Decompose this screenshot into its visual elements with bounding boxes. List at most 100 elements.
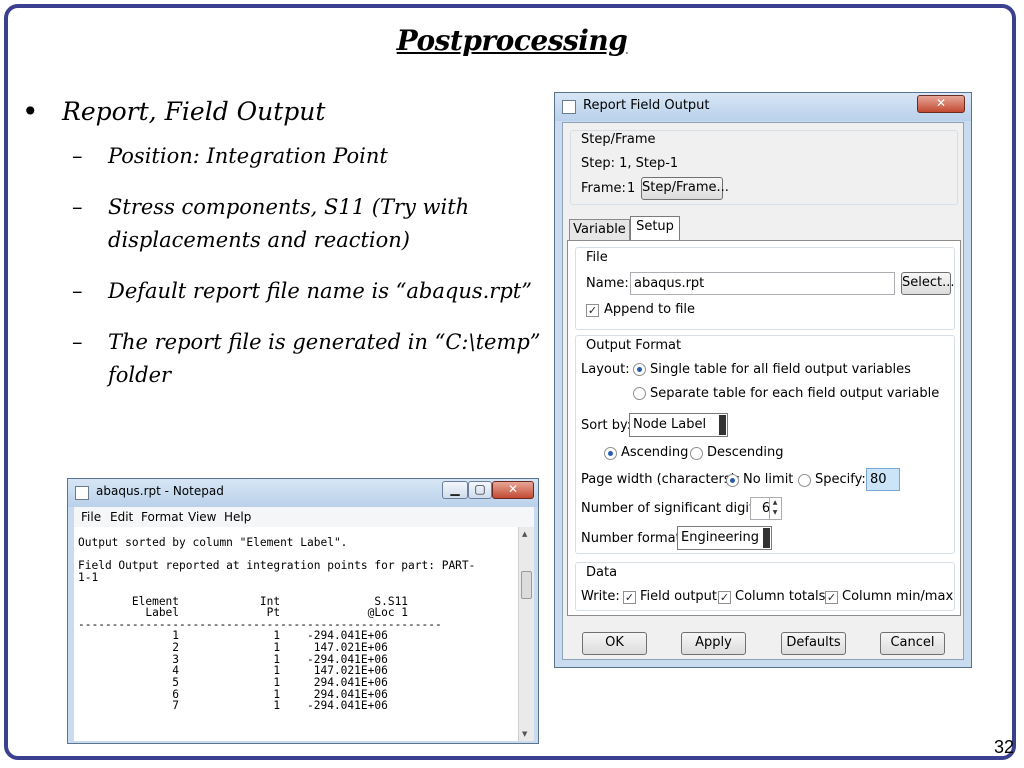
column-totals-label: Column totals [735, 589, 826, 604]
frame-value: 1 [627, 181, 636, 196]
dropdown-arrow-icon [719, 415, 726, 435]
radio-specify[interactable] [798, 474, 811, 487]
radio-separate-table[interactable] [633, 387, 646, 400]
text-line: 2 1 147.021E+06 [78, 641, 388, 654]
close-icon: ✕ [935, 96, 947, 110]
column-totals-checkbox[interactable]: ✓ [718, 591, 731, 604]
notepad-window: abaqus.rpt - Notepad ▁ ▢ ✕ File Edit For… [67, 478, 539, 744]
step-frame-button[interactable]: Step/Frame... [641, 177, 729, 200]
layout-option-separate: Separate table for each field output var… [650, 386, 940, 401]
text-line: Label Pt @Loc 1 [78, 606, 409, 619]
output-format-group: Output Format Layout: Single table for a… [575, 335, 955, 554]
close-button[interactable]: ✕ [492, 481, 534, 499]
bullet-dot-icon: • [22, 95, 39, 128]
notepad-text-area[interactable]: Output sorted by column "Element Label".… [74, 527, 518, 741]
select-button[interactable]: Select... [901, 272, 955, 295]
scroll-down-icon[interactable]: ▼ [522, 730, 527, 738]
sub-bullet: – The report file is generated in “C:\tem… [22, 326, 542, 392]
dash-icon: – [72, 330, 83, 354]
close-button[interactable]: ✕ [917, 95, 965, 113]
radio-descending[interactable] [690, 447, 703, 460]
step-frame-group: Step/Frame Step: 1, Step-1 Frame: 1 Step… [570, 130, 958, 205]
page-width-label: Page width (characters): [581, 472, 741, 487]
sub-bullet-text: Default report file name is “abaqus.rpt” [108, 279, 532, 303]
minimize-icon: ▁ [450, 482, 460, 496]
bullet-list: • Report, Field Output – Position: Integr… [22, 92, 542, 410]
scroll-thumb[interactable] [521, 571, 532, 599]
sub-bullet-text: Stress components, S11 (Try with displac… [108, 195, 470, 252]
field-output-checkbox[interactable]: ✓ [623, 591, 636, 604]
column-minmax-checkbox[interactable]: ✓ [825, 591, 838, 604]
defaults-button[interactable]: Defaults [781, 632, 846, 655]
menu-bar: File Edit Format View Help [74, 507, 534, 528]
bullet-text: Report, Field Output [62, 97, 326, 126]
menu-edit[interactable]: Edit [110, 510, 133, 524]
apply-button[interactable]: Apply [681, 632, 746, 655]
menu-help[interactable]: Help [224, 510, 251, 524]
sort-by-dropdown[interactable]: Node Label [629, 413, 728, 437]
tab-variable[interactable]: Variable [569, 219, 630, 241]
file-name-input[interactable]: abaqus.rpt [630, 272, 895, 295]
column-minmax-label: Column min/max [842, 589, 954, 604]
report-field-output-dialog: Report Field Output ✕ Step/Frame Step: 1… [554, 92, 972, 668]
frame-label: Frame: [581, 181, 626, 196]
spinner-icon[interactable]: ▲ ▼ [769, 498, 780, 520]
scroll-up-icon[interactable]: ▲ [522, 530, 527, 538]
sub-bullet: – Position: Integration Point [22, 140, 542, 173]
minimize-button[interactable]: ▁ [442, 481, 468, 499]
sub-bullet: – Default report file name is “abaqus.rpt… [22, 275, 542, 308]
field-output-label: Field output [640, 589, 718, 604]
sub-bullet-text: The report file is generated in “C:\temp… [108, 330, 541, 387]
step-text: Step: 1, Step-1 [581, 156, 679, 171]
number-format-value: Engineering [681, 530, 759, 545]
number-format-dropdown[interactable]: Engineering [677, 526, 772, 550]
dialog-titlebar[interactable]: Report Field Output ✕ [555, 93, 971, 121]
notepad-app-icon [75, 486, 89, 500]
page-number: 32 [993, 737, 1014, 757]
cancel-button[interactable]: Cancel [880, 632, 945, 655]
file-group: File Name: abaqus.rpt Select... ✓ Append… [575, 247, 955, 330]
menu-format[interactable]: Format [141, 510, 183, 524]
radio-no-limit[interactable] [726, 474, 739, 487]
dash-icon: – [72, 195, 83, 219]
sig-digits-input[interactable]: 6 ▲ ▼ [750, 497, 782, 520]
text-line: Output sorted by column "Element Label". [78, 536, 348, 549]
dialog-title: Report Field Output [583, 98, 710, 113]
maximize-button[interactable]: ▢ [468, 481, 492, 499]
data-group: Data Write: ✓ Field output ✓ Column tota… [575, 562, 955, 611]
name-label: Name: [586, 276, 629, 291]
descending-label: Descending [707, 445, 784, 460]
notepad-title: abaqus.rpt - Notepad [96, 484, 224, 498]
menu-view[interactable]: View [188, 510, 216, 524]
ok-button[interactable]: OK [582, 632, 647, 655]
no-limit-label: No limit [743, 472, 794, 487]
radio-single-table[interactable] [633, 363, 646, 376]
sub-bullet-text: Position: Integration Point [108, 144, 388, 168]
append-checkbox[interactable]: ✓ [586, 304, 599, 317]
window-app-icon [562, 100, 576, 114]
checkbox-checked-icon: ✓ [719, 591, 730, 604]
text-line: 4 1 147.021E+06 [78, 664, 388, 677]
maximize-icon: ▢ [474, 482, 486, 496]
page-width-input[interactable]: 80 [866, 468, 900, 491]
group-label: Step/Frame [581, 132, 656, 147]
bullet-item: • Report, Field Output [22, 92, 542, 140]
text-line: 1-1 [78, 571, 99, 584]
number-format-label: Number format: [581, 531, 686, 546]
dash-icon: – [72, 144, 83, 168]
layout-label: Layout: [581, 362, 630, 377]
notepad-titlebar[interactable]: abaqus.rpt - Notepad ▁ ▢ ✕ [68, 479, 538, 507]
ascending-label: Ascending [621, 445, 689, 460]
setup-panel: File Name: abaqus.rpt Select... ✓ Append… [567, 240, 961, 616]
group-label: File [586, 250, 608, 265]
write-label: Write: [581, 589, 620, 604]
close-icon: ✕ [507, 482, 519, 496]
menu-file[interactable]: File [81, 510, 101, 524]
text-line: Field Output reported at integration poi… [78, 559, 476, 572]
vertical-scrollbar[interactable]: ▲ ▼ [518, 527, 534, 741]
tab-setup[interactable]: Setup [630, 216, 680, 241]
sort-by-label: Sort by: [581, 418, 632, 433]
radio-ascending[interactable] [604, 447, 617, 460]
layout-option-single: Single table for all field output variab… [650, 362, 911, 377]
checkbox-checked-icon: ✓ [624, 591, 635, 604]
